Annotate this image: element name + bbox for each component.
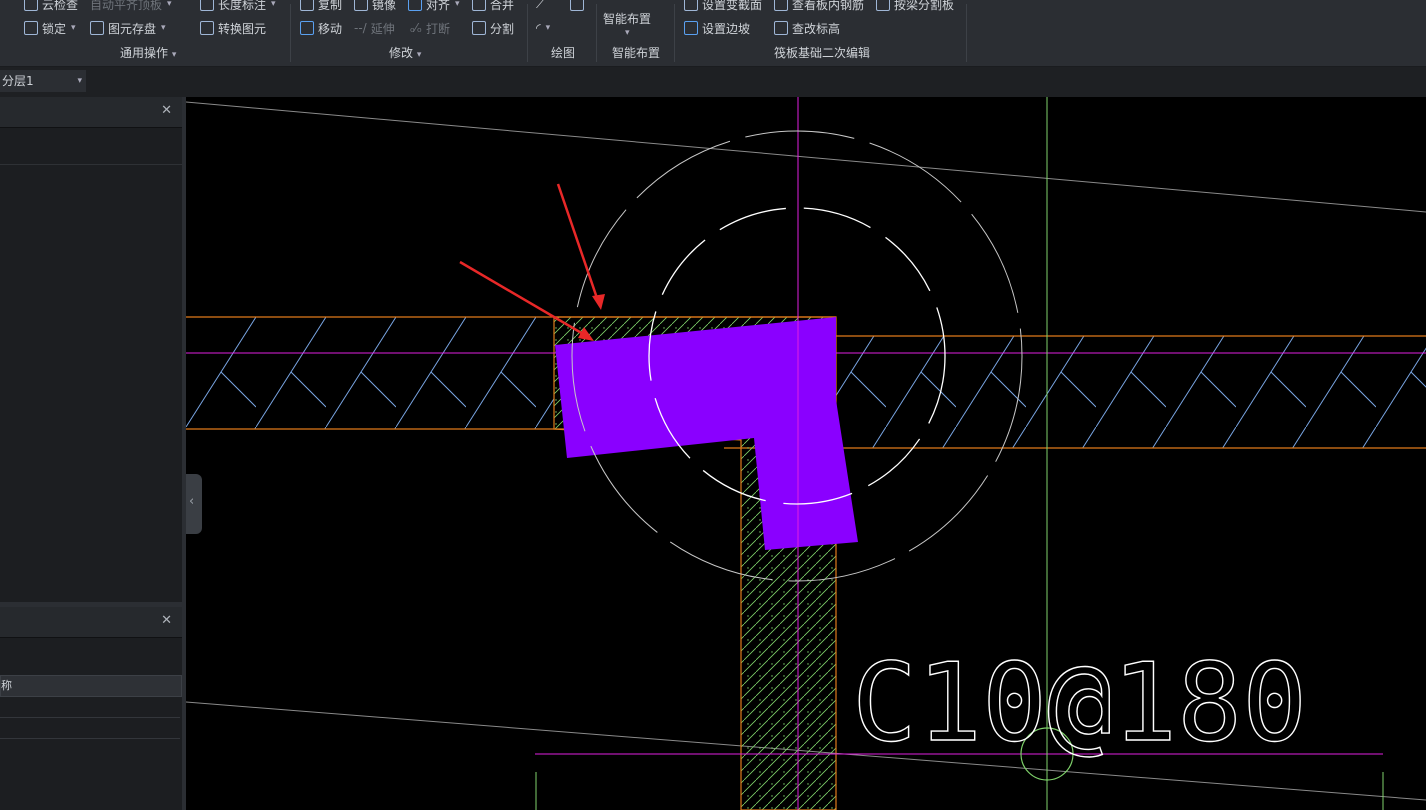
mirror-icon	[354, 0, 368, 11]
cad-canvas[interactable]: C10@180	[186, 97, 1426, 810]
line-icon: ⟋	[536, 0, 545, 11]
length-dim-button[interactable]: 长度标注 ▾	[200, 0, 276, 13]
red-arrow	[556, 183, 601, 305]
move-button[interactable]: 移动	[300, 19, 342, 37]
section-icon	[684, 0, 698, 11]
element-storage-button[interactable]: 图元存盘 ▾	[90, 19, 166, 37]
group-smart-layout: 智能布置	[612, 46, 661, 60]
extend-button[interactable]: --/延伸	[354, 19, 395, 37]
lock-icon	[24, 21, 38, 35]
property-row[interactable]	[0, 697, 180, 718]
break-button[interactable]: ₒ⁄ₒ 打断	[410, 19, 450, 37]
slope-icon	[684, 21, 698, 35]
chevron-down-icon: ▾	[271, 0, 276, 9]
upper-panel-header: ✕	[0, 97, 182, 128]
arc-draw-button[interactable]: ◜ ▾	[536, 19, 550, 37]
group-raft-edit: 筏板基础二次编辑	[774, 46, 871, 60]
elevation-icon	[774, 21, 788, 35]
ribbon-toolbar: 云检查 自动平齐顶板 ▾ 锁定 ▾ 图元存盘 ▾ 长度标注 ▾ 转换图元 通用操作 ▾ …	[0, 0, 1426, 67]
group-draw: 绘图	[551, 46, 576, 60]
chevron-down-icon: ▾	[169, 50, 177, 60]
divider	[527, 4, 528, 62]
set-variable-section-button[interactable]: 设置变截面	[684, 0, 762, 13]
convert-element-button[interactable]: 转换图元	[200, 19, 266, 37]
layer-bar	[0, 67, 1426, 97]
chevron-down-icon: ▾	[414, 50, 422, 60]
mirror-button[interactable]: 镜像	[354, 0, 396, 13]
rebar-icon	[774, 0, 788, 11]
group-modify[interactable]: 修改 ▾	[389, 44, 421, 61]
split-icon	[472, 21, 486, 35]
layer-select[interactable]: 分层1 ▾	[0, 70, 86, 92]
cloud-check-button[interactable]: 云检查	[24, 0, 78, 13]
align-icon	[408, 0, 422, 11]
copy-button[interactable]: 复制	[300, 0, 342, 13]
upper-side-panel: ✕	[0, 97, 182, 602]
lower-side-panel: ✕ 称	[0, 607, 182, 810]
cloud-check-icon	[24, 0, 38, 11]
copy-icon	[300, 0, 314, 11]
dimension-icon	[200, 0, 214, 11]
group-common-ops[interactable]: 通用操作 ▾	[120, 44, 176, 61]
chevron-down-icon: ▾	[545, 23, 551, 33]
close-icon[interactable]: ✕	[161, 613, 172, 628]
smart-layout-dropdown[interactable]: ▾	[624, 24, 630, 42]
divider	[290, 4, 291, 62]
rect-draw-button[interactable]	[570, 0, 584, 13]
chevron-down-icon: ▾	[71, 23, 76, 33]
convert-icon	[200, 21, 214, 35]
chevron-down-icon: ▾	[77, 76, 82, 86]
divider	[966, 4, 967, 62]
storage-icon	[90, 21, 104, 35]
line-draw-button[interactable]: ⟋	[536, 0, 544, 13]
chevron-down-icon: ▾	[161, 23, 166, 33]
chevron-down-icon: ▾	[167, 0, 172, 9]
break-icon: ₒ⁄ₒ	[410, 21, 422, 35]
move-icon	[300, 21, 314, 35]
selected-element[interactable]	[555, 317, 858, 550]
grid-line	[186, 101, 1426, 213]
view-inner-rebar-button[interactable]: 查看板内钢筋	[774, 0, 864, 13]
split-button[interactable]: 分割	[472, 19, 514, 37]
panel-toolbar	[0, 128, 182, 165]
chevron-down-icon: ▾	[455, 0, 460, 9]
divider	[674, 4, 675, 62]
property-row[interactable]	[0, 718, 180, 739]
merge-button[interactable]: 合并	[472, 0, 514, 13]
close-icon[interactable]: ✕	[161, 103, 172, 118]
beam-split-icon	[876, 0, 890, 11]
edit-elevation-button[interactable]: 查改标高	[774, 19, 840, 37]
property-header-row: 称	[0, 675, 182, 697]
rectangle-icon	[570, 0, 584, 11]
chevron-down-icon: ▾	[625, 28, 630, 38]
lock-button[interactable]: 锁定 ▾	[24, 19, 76, 37]
auto-align-top-button[interactable]: 自动平齐顶板 ▾	[90, 0, 172, 13]
divider	[596, 4, 597, 62]
align-button[interactable]: 对齐 ▾	[408, 0, 460, 13]
extend-icon: --/	[354, 21, 367, 35]
lower-panel-header: ✕	[0, 607, 182, 638]
set-slope-button[interactable]: 设置边坡	[684, 19, 750, 37]
slab-hatch-left	[186, 317, 554, 429]
arc-icon: ◜	[536, 21, 541, 35]
rebar-annotation[interactable]: C10@180	[851, 640, 1308, 766]
split-by-beam-button[interactable]: 按梁分割板	[876, 0, 954, 13]
merge-icon	[472, 0, 486, 11]
red-arrow-head	[592, 294, 605, 310]
